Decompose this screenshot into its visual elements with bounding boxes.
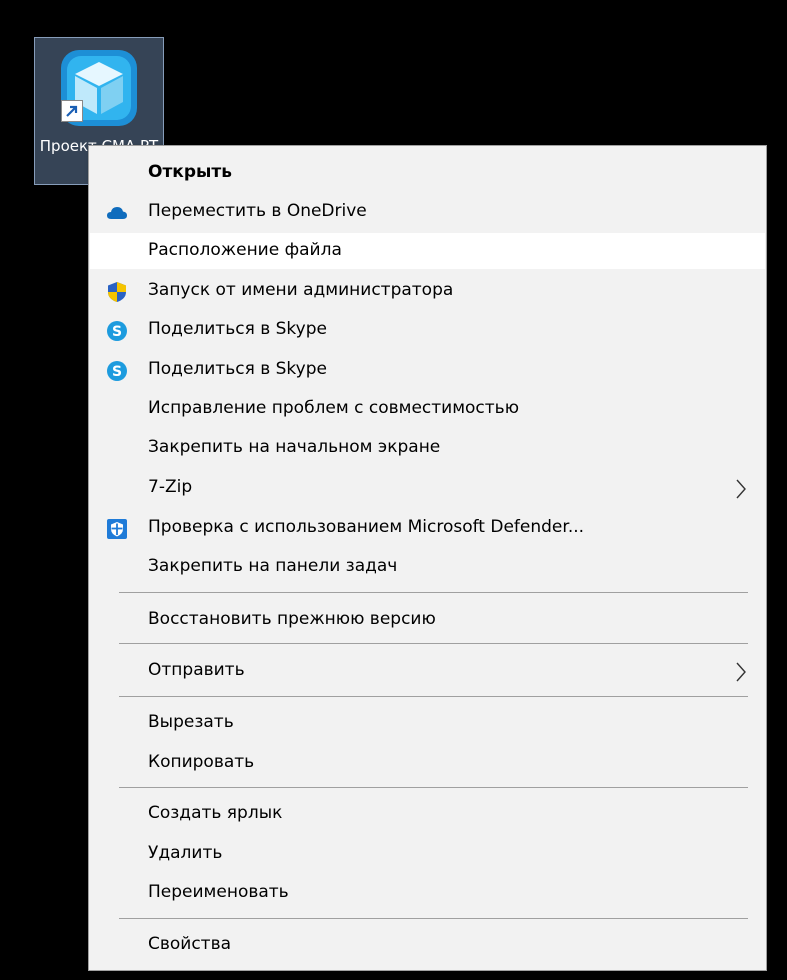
skype-icon: S [107,361,127,381]
menu-item-label: Переименовать [148,882,289,902]
menu-item-pin-to-taskbar[interactable]: Закрепить на панели задач [90,549,765,585]
menu-item-label: Закрепить на начальном экране [148,437,441,457]
menu-item-open[interactable]: Открыть [90,155,765,191]
menu-item-troubleshoot-compatibility[interactable]: Исправление проблем с совместимостью [90,391,765,427]
menu-item-label: Запуск от имени администратора [148,280,454,300]
menu-item-label: Восстановить прежнюю версию [148,609,436,629]
menu-item-label: Свойства [148,934,232,954]
defender-shield-icon [107,519,127,539]
menu-item-defender-scan[interactable]: Проверка с использованием Microsoft Defe… [90,510,765,546]
onedrive-cloud-icon [107,207,127,219]
menu-item-rename[interactable]: Переименовать [90,875,765,911]
menu-item-pin-to-start[interactable]: Закрепить на начальном экране [90,430,765,466]
menu-item-share-skype-2[interactable]: S Поделиться в Skype [90,352,765,388]
menu-item-create-shortcut[interactable]: Создать ярлык [90,796,765,832]
menu-separator [119,918,748,919]
menu-separator [119,787,748,788]
menu-item-label: Переместить в OneDrive [148,201,367,221]
menu-item-label: Удалить [148,843,223,863]
menu-item-label: Проверка с использованием Microsoft Defe… [148,517,585,537]
menu-item-run-as-admin[interactable]: Запуск от имени администратора [90,273,765,309]
uac-shield-icon [108,282,126,302]
menu-item-label: Поделиться в Skype [148,319,327,339]
context-menu: Открыть Переместить в OneDrive Расположе… [88,145,767,971]
menu-item-copy[interactable]: Копировать [90,745,765,781]
menu-item-label: Исправление проблем с совместимостью [148,398,520,418]
svg-text:S: S [112,364,122,380]
menu-item-label: Открыть [148,162,232,182]
menu-item-label: Расположение файла [148,240,342,260]
menu-separator [119,643,748,644]
menu-separator [119,592,748,593]
menu-item-label: 7-Zip [148,477,193,497]
menu-item-move-to-onedrive[interactable]: Переместить в OneDrive [90,194,765,230]
menu-item-share-skype-1[interactable]: S Поделиться в Skype [90,312,765,348]
menu-separator [119,696,748,697]
shortcut-arrow-icon [61,100,83,122]
menu-item-file-location[interactable]: Расположение файла [90,233,765,269]
svg-text:S: S [112,324,122,340]
menu-item-label: Отправить [148,660,245,680]
chevron-right-icon [736,479,746,499]
menu-item-cut[interactable]: Вырезать [90,705,765,741]
menu-item-label: Создать ярлык [148,803,283,823]
menu-item-7zip[interactable]: 7-Zip [90,470,765,506]
chevron-right-icon [736,662,746,682]
menu-item-delete[interactable]: Удалить [90,836,765,872]
menu-item-send-to[interactable]: Отправить [90,653,765,689]
menu-item-label: Копировать [148,752,255,772]
skype-icon: S [107,321,127,341]
menu-item-properties[interactable]: Свойства [90,927,765,963]
menu-item-label: Вырезать [148,712,234,732]
menu-item-label: Поделиться в Skype [148,359,327,379]
menu-item-label: Закрепить на панели задач [148,556,398,576]
menu-item-restore-previous-version[interactable]: Восстановить прежнюю версию [90,602,765,638]
